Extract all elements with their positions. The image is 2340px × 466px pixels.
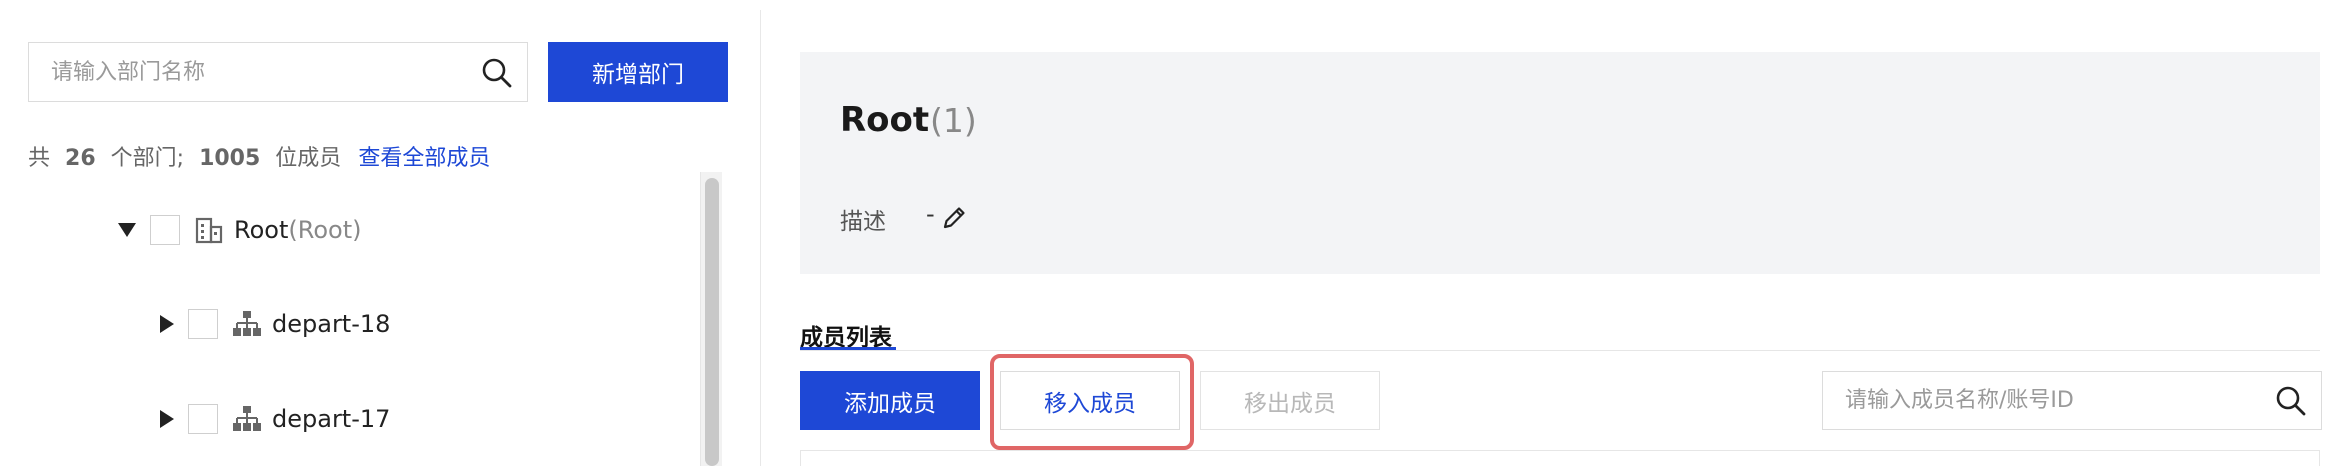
edit-pencil-icon[interactable] [940, 204, 968, 232]
department-title: Root [840, 100, 930, 140]
search-icon[interactable] [481, 57, 513, 89]
tree-node-root[interactable]: Root (Root) [118, 208, 361, 252]
member-unit: 位成员 [275, 146, 342, 171]
panel-divider [760, 10, 761, 466]
tree-node-depart-17[interactable]: depart-17 [160, 397, 390, 441]
tab-divider [800, 350, 2320, 351]
department-count: 26 [65, 146, 96, 171]
member-search-input[interactable] [1823, 372, 2243, 429]
member-table [800, 450, 2320, 466]
tree-checkbox[interactable] [188, 309, 218, 339]
tree-node-depart-18[interactable]: depart-18 [160, 302, 390, 346]
department-search-input[interactable] [29, 43, 449, 101]
summary-prefix: 共 [28, 146, 51, 171]
search-icon[interactable] [2275, 385, 2307, 417]
highlight-annotation-box [990, 354, 1194, 450]
add-member-button[interactable]: 添加成员 [800, 371, 980, 430]
department-summary: 共 26 个部门; 1005 位成员 查看全部成员 [28, 140, 490, 172]
view-all-members-link[interactable]: 查看全部成员 [358, 146, 490, 171]
tree-checkbox[interactable] [188, 404, 218, 434]
tree-node-sublabel: (Root) [288, 216, 362, 244]
org-chart-icon [233, 406, 261, 431]
collapse-triangle-icon[interactable] [118, 223, 136, 237]
add-department-button[interactable]: 新增部门 [548, 42, 728, 102]
tree-scrollbar-thumb[interactable] [705, 178, 719, 466]
expand-triangle-icon[interactable] [160, 410, 174, 428]
building-icon [195, 217, 223, 244]
tree-node-label[interactable]: depart-18 [272, 310, 390, 338]
member-search-field[interactable] [1822, 371, 2322, 430]
department-search-field[interactable] [28, 42, 528, 102]
department-info-card [800, 52, 2320, 274]
department-unit: 个部门; [110, 146, 185, 171]
move-out-member-button[interactable]: 移出成员 [1200, 371, 1380, 430]
department-member-count: (1) [930, 101, 977, 140]
tree-node-label[interactable]: Root [234, 216, 288, 244]
org-chart-icon [233, 311, 261, 336]
member-count: 1005 [199, 146, 261, 171]
expand-triangle-icon[interactable] [160, 315, 174, 333]
tree-checkbox[interactable] [150, 215, 180, 245]
description-value: - [926, 200, 935, 228]
description-label: 描述 [840, 209, 886, 235]
department-panel: 新增部门 共 26 个部门; 1005 位成员 查看全部成员 Root (Roo… [0, 0, 760, 466]
tree-node-label[interactable]: depart-17 [272, 405, 390, 433]
